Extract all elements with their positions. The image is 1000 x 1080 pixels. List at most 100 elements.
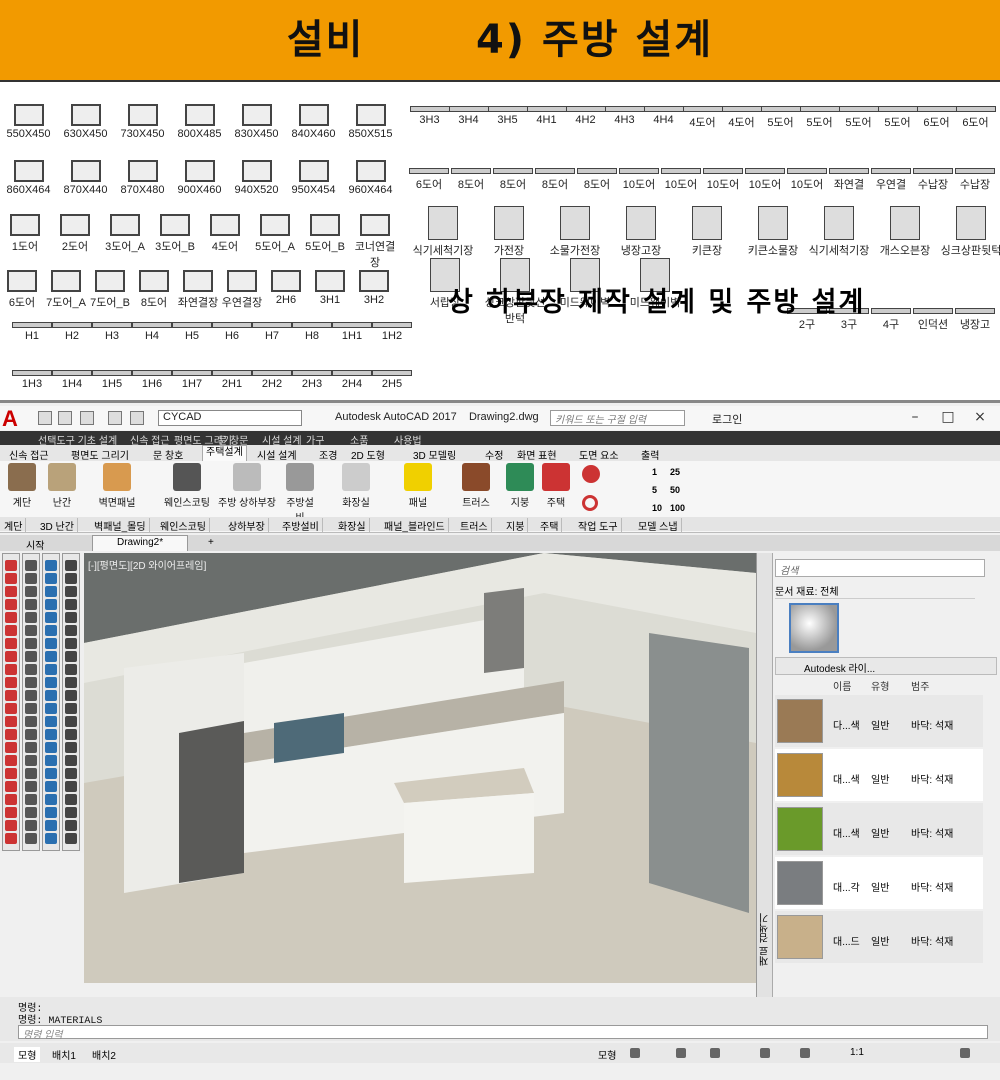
- catalog-item[interactable]: 2도어: [50, 214, 100, 254]
- tool-button-icon[interactable]: [5, 794, 17, 805]
- redo-icon[interactable]: [80, 411, 94, 425]
- tool-button-icon[interactable]: [5, 651, 17, 662]
- ribbon-button[interactable]: 주택: [538, 463, 574, 509]
- tool-button-icon[interactable]: [5, 768, 17, 779]
- catalog-item[interactable]: 900X460: [171, 160, 228, 196]
- grid-icon[interactable]: [630, 1048, 640, 1058]
- tool-button-icon[interactable]: [5, 638, 17, 649]
- column-header[interactable]: 범주: [911, 678, 929, 693]
- catalog-item[interactable]: 개스오븐장: [872, 206, 938, 258]
- tool-button-icon[interactable]: [65, 703, 77, 714]
- tool-button-icon[interactable]: [45, 755, 57, 766]
- ribbon-button[interactable]: 웨인스코팅: [156, 463, 218, 509]
- layout-tab[interactable]: 배치1: [52, 1047, 76, 1062]
- tab-1[interactable]: 평면도 그리기: [68, 447, 132, 462]
- snap-value[interactable]: 10: [652, 503, 662, 513]
- catalog-item[interactable]: 6도어: [408, 168, 450, 192]
- tool-button-icon[interactable]: [45, 807, 57, 818]
- tool-button-icon[interactable]: [5, 833, 17, 844]
- annotation-scale[interactable]: 1:1: [850, 1047, 864, 1058]
- tool-button-icon[interactable]: [25, 690, 37, 701]
- tool-button-icon[interactable]: [25, 703, 37, 714]
- ribbon-button[interactable]: 지붕: [502, 463, 538, 509]
- undo-icon[interactable]: [58, 411, 72, 425]
- tab-9[interactable]: 화면 표현: [514, 447, 560, 462]
- catalog-item[interactable]: 4도어: [722, 106, 762, 130]
- snap-value[interactable]: 50: [670, 485, 680, 495]
- tool-button-icon[interactable]: [5, 781, 17, 792]
- catalog-item[interactable]: 1H4: [52, 370, 92, 390]
- catalog-item[interactable]: 2H5: [372, 370, 412, 390]
- catalog-item[interactable]: 1H2: [372, 322, 412, 342]
- catalog-item[interactable]: 냉장고장: [608, 206, 674, 258]
- catalog-item[interactable]: H2: [52, 322, 92, 342]
- catalog-item[interactable]: 5도어_A: [250, 214, 300, 254]
- tool-button-icon[interactable]: [65, 755, 77, 766]
- selection-icon[interactable]: [800, 1048, 810, 1058]
- tool-button-icon[interactable]: [65, 690, 77, 701]
- tool-button-icon[interactable]: [45, 820, 57, 831]
- maximize-icon[interactable]: □: [938, 409, 958, 425]
- catalog-item[interactable]: 수납장: [954, 168, 996, 192]
- tool-button-icon[interactable]: [25, 768, 37, 779]
- tool-button-icon[interactable]: [25, 651, 37, 662]
- tool-button-icon[interactable]: [5, 703, 17, 714]
- autocad-logo-icon[interactable]: A: [2, 406, 30, 432]
- save-icon[interactable]: [38, 411, 52, 425]
- tool-button-icon[interactable]: [65, 807, 77, 818]
- tool-button-icon[interactable]: [45, 768, 57, 779]
- catalog-item[interactable]: 7도어_A: [44, 270, 88, 310]
- tab-5[interactable]: 조경: [316, 447, 340, 462]
- material-row[interactable]: 다...색 일반 바닥: 석재: [775, 695, 983, 747]
- catalog-item[interactable]: 10도어: [660, 168, 702, 192]
- tool-button-icon[interactable]: [45, 612, 57, 623]
- ortho-icon[interactable]: [676, 1048, 686, 1058]
- catalog-item[interactable]: H7: [252, 322, 292, 342]
- catalog-item[interactable]: 3도어_B: [150, 214, 200, 254]
- catalog-item[interactable]: 4H4: [644, 106, 684, 126]
- tool-button-icon[interactable]: [25, 716, 37, 727]
- catalog-item[interactable]: 우연결: [870, 168, 912, 192]
- catalog-item[interactable]: 1도어: [0, 214, 50, 254]
- catalog-item[interactable]: 1H6: [132, 370, 172, 390]
- tool-button-icon[interactable]: [25, 560, 37, 571]
- tool-button-icon[interactable]: [25, 664, 37, 675]
- catalog-item[interactable]: 8도어: [534, 168, 576, 192]
- tool-button-icon[interactable]: [25, 573, 37, 584]
- tool-button-icon[interactable]: [25, 820, 37, 831]
- tab-10[interactable]: 도면 요소: [576, 447, 622, 462]
- tool-button-icon[interactable]: [5, 677, 17, 688]
- tool-button-icon[interactable]: [65, 768, 77, 779]
- tool-button-icon[interactable]: [65, 677, 77, 688]
- catalog-item[interactable]: 가전장: [476, 206, 542, 258]
- ribbon-button[interactable]: 난간: [44, 463, 80, 509]
- catalog-item[interactable]: 8도어: [576, 168, 618, 192]
- catalog-item[interactable]: 수납장: [912, 168, 954, 192]
- tab-6[interactable]: 2D 도형: [348, 447, 388, 462]
- tool-button-icon[interactable]: [25, 807, 37, 818]
- polar-icon[interactable]: [710, 1048, 720, 1058]
- drawing-viewport[interactable]: [-][평면도][2D 와이어프레임]: [84, 553, 756, 983]
- customize-icon[interactable]: [960, 1048, 970, 1058]
- column-header[interactable]: 이름: [833, 678, 851, 693]
- catalog-item[interactable]: H8: [292, 322, 332, 342]
- catalog-item[interactable]: 2H3: [292, 370, 332, 390]
- target-icon[interactable]: [582, 495, 598, 511]
- catalog-item[interactable]: 8도어: [450, 168, 492, 192]
- tool-button-icon[interactable]: [25, 677, 37, 688]
- search-input[interactable]: 키워드 또는 구절 입력: [550, 410, 685, 426]
- catalog-item[interactable]: 5도어: [878, 106, 918, 130]
- tab-11[interactable]: 출력: [638, 447, 662, 462]
- login-button[interactable]: 로그인: [712, 411, 742, 427]
- tool-button-icon[interactable]: [5, 755, 17, 766]
- model-status[interactable]: 모형: [598, 1047, 616, 1062]
- tool-button-icon[interactable]: [65, 742, 77, 753]
- ribbon-button[interactable]: 벽면패널: [86, 463, 148, 509]
- tool-button-icon[interactable]: [45, 651, 57, 662]
- tool-button-icon[interactable]: [65, 560, 77, 571]
- tool-button-icon[interactable]: [25, 742, 37, 753]
- tool-button-icon[interactable]: [65, 625, 77, 636]
- tool-button-icon[interactable]: [65, 716, 77, 727]
- tool-button-icon[interactable]: [45, 794, 57, 805]
- tool-button-icon[interactable]: [65, 638, 77, 649]
